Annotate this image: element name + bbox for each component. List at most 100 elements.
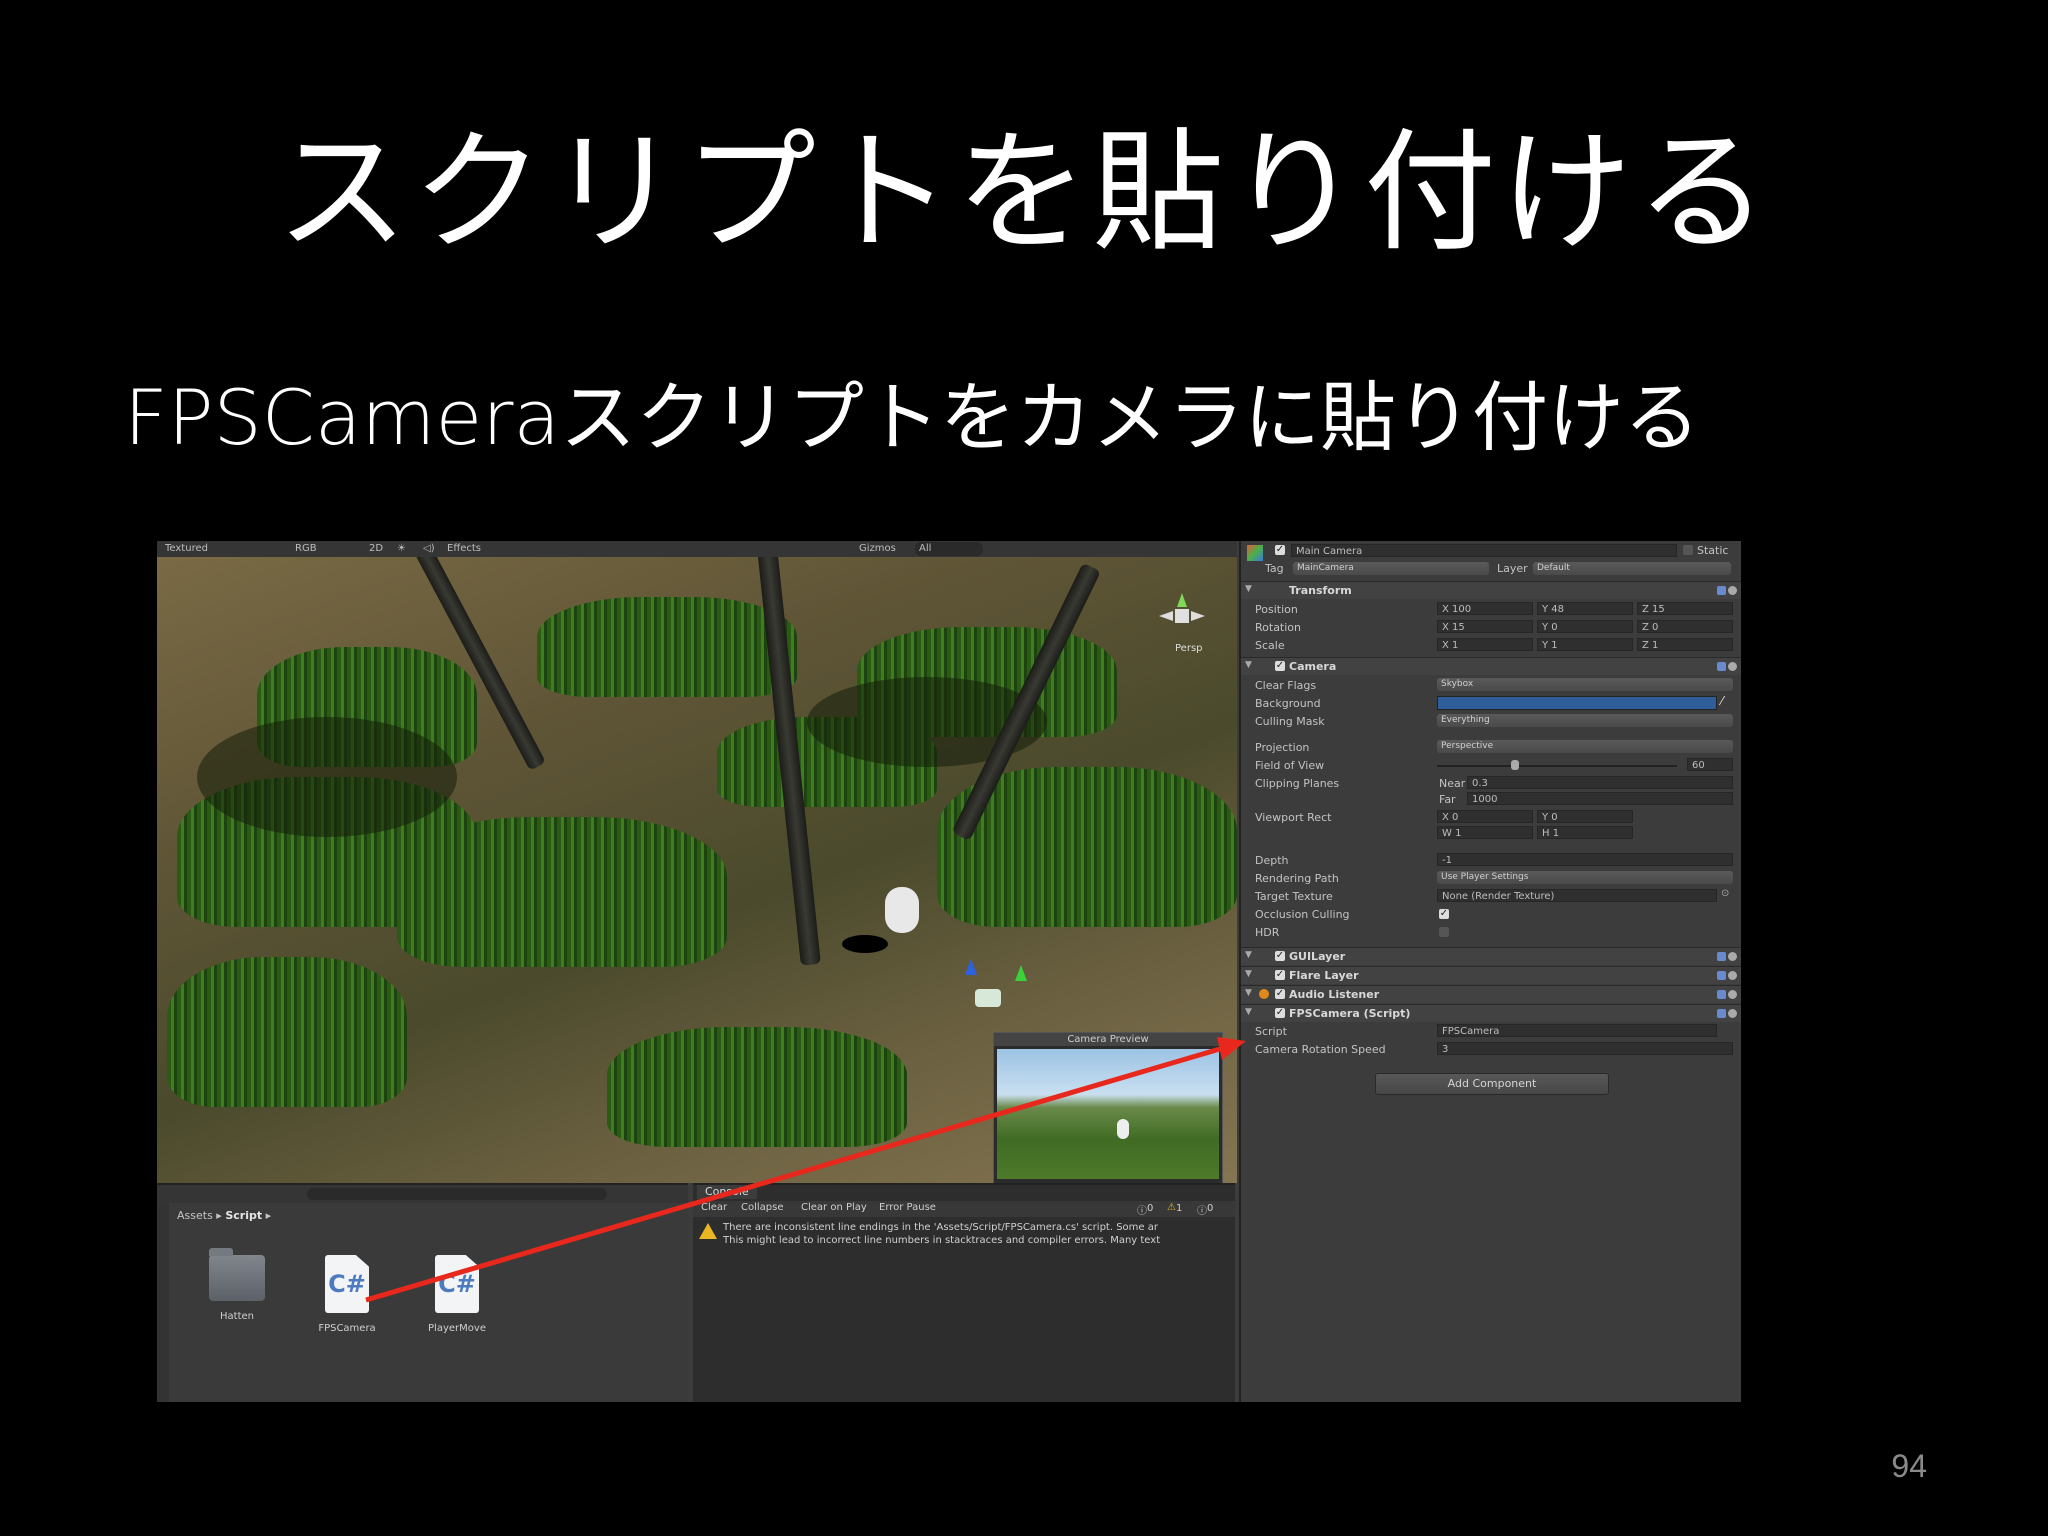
console-error-pause-button[interactable]: Error Pause xyxy=(879,1202,936,1213)
breadcrumb-assets[interactable]: Assets xyxy=(177,1209,213,1222)
viewport-y-field[interactable]: Y 0 xyxy=(1537,810,1633,823)
fov-label: Field of View xyxy=(1255,759,1325,772)
viewport-w-field[interactable]: W 1 xyxy=(1437,826,1533,839)
console-clear-on-play-button[interactable]: Clear on Play xyxy=(801,1202,867,1213)
player-capsule[interactable] xyxy=(885,887,919,933)
active-checkbox[interactable]: ✓ xyxy=(1275,545,1285,555)
log-count[interactable]: ⓘ 0 xyxy=(1137,1202,1153,1217)
rotation-y-field[interactable]: Y 0 xyxy=(1537,620,1633,633)
audio-icon[interactable]: ◁) xyxy=(419,542,439,556)
projection-dropdown[interactable]: Perspective xyxy=(1437,740,1733,753)
far-field[interactable]: 1000 xyxy=(1467,792,1733,805)
flare-layer-header[interactable]: ▼ ✓ Flare Layer xyxy=(1241,966,1741,984)
project-panel: Assets ▸ Script ▸ Hatten C# FPSCamera C#… xyxy=(157,1183,688,1402)
audio-listener-header[interactable]: ▼ ✓ Audio Listener xyxy=(1241,985,1741,1003)
position-z-field[interactable]: Z 15 xyxy=(1637,602,1733,615)
viewport-x-field[interactable]: X 0 xyxy=(1437,810,1533,823)
console-message[interactable]: There are inconsistent line endings in t… xyxy=(723,1221,1233,1247)
asset-script-fpscamera[interactable]: C# FPSCamera xyxy=(302,1255,392,1334)
console-panel: Console Clear Collapse Clear on Play Err… xyxy=(693,1183,1235,1402)
viewport-rect-label: Viewport Rect xyxy=(1255,811,1332,824)
grass-patch xyxy=(607,1027,907,1147)
tab-console[interactable]: Console xyxy=(697,1185,757,1199)
warning-count[interactable]: ⚠ 1 xyxy=(1167,1202,1182,1214)
transform-header[interactable]: ▼ Transform xyxy=(1241,581,1741,599)
far-label: Far xyxy=(1439,793,1456,806)
fpscamera-script-header[interactable]: ▼ ✓ FPSCamera (Script) xyxy=(1241,1004,1741,1022)
scale-y-field[interactable]: Y 1 xyxy=(1537,638,1633,651)
camera-component-header[interactable]: ▼ ✓ Camera xyxy=(1241,657,1741,675)
culling-mask-dropdown[interactable]: Everything xyxy=(1437,714,1733,727)
orientation-gizmo-icon[interactable] xyxy=(1157,593,1207,643)
audio-listener-checkbox[interactable]: ✓ xyxy=(1275,989,1285,999)
capsule-shadow xyxy=(842,935,888,953)
scene-toolbar: Textured RGB 2D ☀ ◁) Effects Gizmos All xyxy=(157,541,1237,558)
foldout-icon[interactable]: ▼ xyxy=(1245,988,1252,998)
tag-dropdown[interactable]: MainCamera xyxy=(1293,562,1489,575)
scale-x-field[interactable]: X 1 xyxy=(1437,638,1533,651)
component-menu-icon[interactable] xyxy=(1715,1008,1737,1019)
rotation-z-field[interactable]: Z 0 xyxy=(1637,620,1733,633)
flare-layer-checkbox[interactable]: ✓ xyxy=(1275,970,1285,980)
breadcrumb: Assets ▸ Script ▸ xyxy=(177,1209,272,1222)
component-menu-icon[interactable] xyxy=(1715,951,1737,962)
shading-dropdown[interactable]: Textured xyxy=(161,542,212,556)
asset-folder-hatten[interactable]: Hatten xyxy=(192,1248,282,1322)
effects-dropdown[interactable]: Effects xyxy=(443,542,485,556)
occlusion-culling-checkbox[interactable]: ✓ xyxy=(1439,909,1449,919)
fov-field[interactable]: 60 xyxy=(1687,758,1733,771)
position-y-field[interactable]: Y 48 xyxy=(1537,602,1633,615)
scene-search[interactable]: All xyxy=(915,542,983,556)
fov-slider-track[interactable] xyxy=(1437,765,1677,767)
asset-script-playermove[interactable]: C# PlayerMove xyxy=(412,1255,502,1334)
rotation-x-field[interactable]: X 15 xyxy=(1437,620,1533,633)
object-name-field[interactable]: Main Camera xyxy=(1291,544,1677,557)
foldout-icon[interactable]: ▼ xyxy=(1245,969,1252,979)
position-x-field[interactable]: X 100 xyxy=(1437,602,1533,615)
component-menu-icon[interactable] xyxy=(1715,970,1737,981)
component-menu-icon[interactable] xyxy=(1715,989,1737,1000)
project-toolbar xyxy=(157,1185,688,1203)
object-picker-icon[interactable]: ⊙ xyxy=(1721,888,1729,899)
console-collapse-button[interactable]: Collapse xyxy=(741,1202,784,1213)
console-clear-button[interactable]: Clear xyxy=(701,1202,727,1213)
fpscamera-enabled-checkbox[interactable]: ✓ xyxy=(1275,1008,1285,1018)
viewport-h-field[interactable]: H 1 xyxy=(1537,826,1633,839)
project-search-input[interactable] xyxy=(307,1188,607,1200)
scale-z-field[interactable]: Z 1 xyxy=(1637,638,1733,651)
clear-flags-dropdown[interactable]: Skybox xyxy=(1437,678,1733,691)
breadcrumb-script[interactable]: Script xyxy=(225,1209,262,1222)
component-menu-icon[interactable] xyxy=(1715,661,1737,672)
depth-field[interactable]: -1 xyxy=(1437,853,1733,866)
guilayer-checkbox[interactable]: ✓ xyxy=(1275,951,1285,961)
eyedropper-icon[interactable]: ⁄ xyxy=(1721,694,1723,708)
guilayer-header[interactable]: ▼ ✓ GUILayer xyxy=(1241,947,1741,965)
camera-gizmo-icon[interactable] xyxy=(965,959,1029,1007)
camera-preview-image xyxy=(997,1049,1219,1179)
grass-patch xyxy=(397,817,727,967)
error-count[interactable]: ⓘ 0 xyxy=(1197,1202,1213,1217)
foldout-icon[interactable]: ▼ xyxy=(1245,660,1252,670)
background-color-swatch[interactable] xyxy=(1437,696,1717,710)
near-field[interactable]: 0.3 xyxy=(1467,776,1733,789)
grass-patch xyxy=(167,957,407,1107)
2d-toggle[interactable]: 2D xyxy=(365,542,387,556)
script-field[interactable]: FPSCamera xyxy=(1437,1024,1717,1037)
foldout-icon[interactable]: ▼ xyxy=(1245,1007,1252,1017)
foldout-icon[interactable]: ▼ xyxy=(1245,584,1252,594)
fov-slider-handle[interactable] xyxy=(1511,760,1519,770)
camera-enabled-checkbox[interactable]: ✓ xyxy=(1275,661,1285,671)
foldout-icon[interactable]: ▼ xyxy=(1245,950,1252,960)
render-mode-dropdown[interactable]: RGB xyxy=(291,542,321,556)
target-texture-field[interactable]: None (Render Texture) xyxy=(1437,889,1717,902)
rendering-path-dropdown[interactable]: Use Player Settings xyxy=(1437,871,1733,884)
component-menu-icon[interactable] xyxy=(1715,585,1737,596)
scene-view[interactable]: Persp Camera Preview xyxy=(157,557,1237,1183)
layer-dropdown[interactable]: Default xyxy=(1533,562,1731,575)
gizmos-dropdown[interactable]: Gizmos xyxy=(855,542,900,556)
camera-rotation-speed-field[interactable]: 3 xyxy=(1437,1042,1733,1055)
add-component-button[interactable]: Add Component xyxy=(1375,1073,1609,1095)
static-checkbox[interactable] xyxy=(1683,545,1693,555)
hdr-checkbox[interactable] xyxy=(1439,927,1449,937)
light-icon[interactable]: ☀ xyxy=(393,542,410,556)
